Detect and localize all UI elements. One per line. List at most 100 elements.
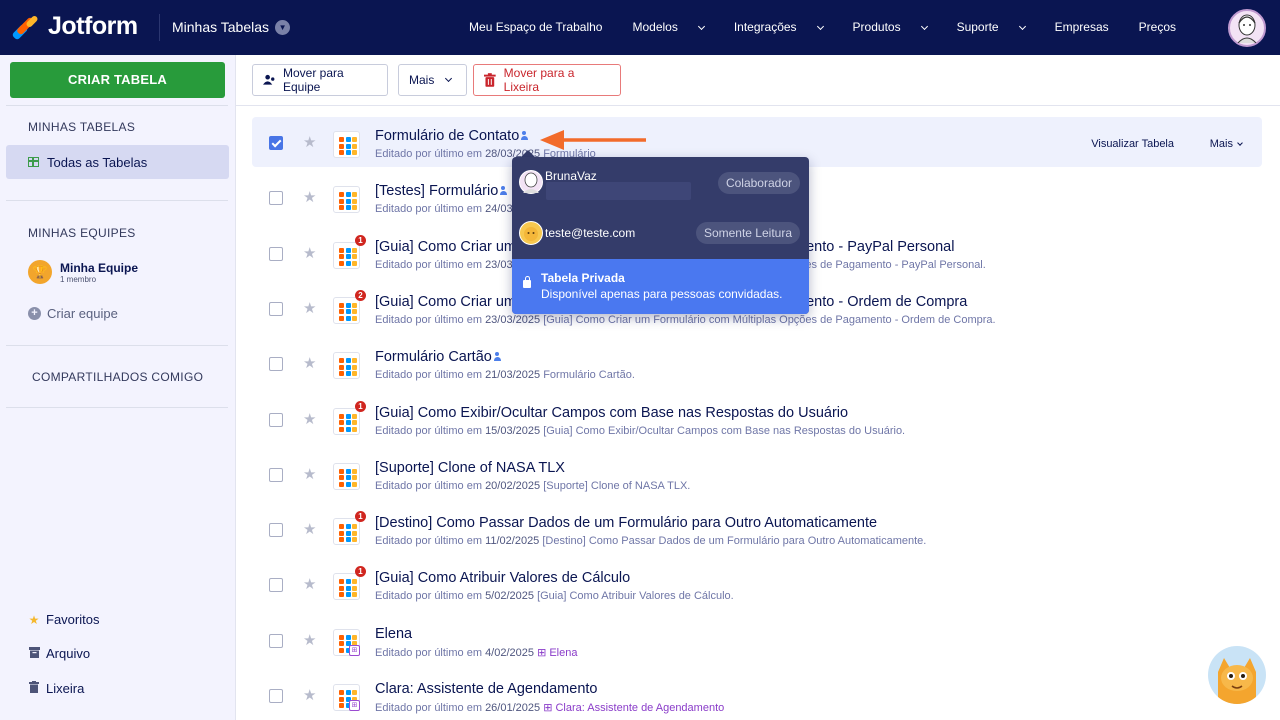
jotform-logo[interactable]: Jotform	[11, 12, 138, 41]
favorite-star-icon[interactable]: ★	[303, 410, 316, 428]
view-table-link[interactable]: Visualizar Tabela	[1091, 138, 1174, 150]
chevron-down-icon	[697, 22, 705, 31]
source-form-name: [Suporte] Clone of NASA TLX.	[543, 479, 691, 492]
row-more-button[interactable]: Mais	[1210, 138, 1243, 150]
shared-users-icon[interactable]	[500, 186, 511, 196]
table-grid-icon	[333, 296, 360, 324]
sidebar-item-shared-with-me[interactable]: COMPARTILHADOS COMIGO	[32, 370, 203, 384]
favorite-star-icon[interactable]: ★	[303, 631, 316, 649]
private-title: Tabela Privada	[541, 271, 625, 285]
shared-users-icon[interactable]	[521, 131, 532, 140]
sidebar-divider	[6, 200, 228, 201]
nav-item-1[interactable]: Modelos	[632, 20, 718, 34]
table-grid-icon	[333, 131, 360, 158]
source-form-name[interactable]: Elena	[549, 647, 577, 659]
table-row[interactable]: ★ [Suporte] Clone of NASA TLX Editado por …	[252, 449, 1262, 499]
row-checkbox[interactable]	[269, 523, 283, 538]
user-avatar	[519, 170, 543, 194]
sidebar-item-all-tables[interactable]: Todas as Tabelas	[6, 145, 229, 179]
sidebar-divider	[6, 407, 228, 408]
nav-item-4[interactable]: Suporte	[957, 20, 1040, 34]
nav-item-6[interactable]: Preços	[1139, 20, 1191, 34]
row-checkbox[interactable]	[269, 136, 283, 150]
favorite-star-icon[interactable]: ★	[303, 354, 316, 372]
move-to-trash-button[interactable]: Mover para a Lixeira	[473, 64, 621, 96]
trophy-icon: 🏆	[28, 260, 52, 284]
row-title[interactable]: Elena	[375, 626, 412, 642]
edited-prefix: Editado por último em	[375, 479, 482, 492]
edited-prefix: Editado por último em	[375, 646, 482, 659]
row-title-text: Elena	[375, 625, 413, 642]
sidebar-item-trash[interactable]: Lixeira	[28, 681, 84, 696]
favorite-star-icon[interactable]: ★	[303, 299, 316, 317]
row-checkbox[interactable]	[269, 412, 283, 427]
table-grid-icon	[333, 462, 360, 490]
row-subtitle: Editado por último em 23/03/2025 [Guia] …	[375, 314, 996, 326]
row-checkbox[interactable]	[269, 246, 283, 261]
favorite-star-icon[interactable]: ★	[303, 575, 316, 593]
notification-badge: 1	[355, 566, 366, 578]
edited-date: 15/03/2025	[485, 424, 541, 437]
row-title[interactable]: Formulário Cartão	[375, 349, 505, 365]
favorite-star-icon[interactable]: ★	[303, 520, 316, 538]
row-title[interactable]: [Destino] Como Passar Dados de um Formul…	[375, 515, 877, 531]
table-source-icon: ⊞	[349, 700, 360, 711]
shared-users-icon[interactable]	[493, 352, 505, 362]
team-move-icon	[263, 74, 275, 85]
edited-prefix: Editado por último em	[375, 258, 482, 271]
table-row[interactable]: ★ Formulário Cartão Editado por último em …	[252, 338, 1262, 388]
table-row[interactable]: ★ ⊞ Elena Editado por último em 4/02/2025 ⊞…	[252, 615, 1262, 665]
nav-item-0[interactable]: Meu Espaço de Trabalho	[469, 20, 617, 34]
row-checkbox[interactable]	[269, 357, 283, 372]
row-title[interactable]: [Suporte] Clone of NASA TLX	[375, 460, 565, 476]
favorite-star-icon[interactable]: ★	[303, 244, 316, 262]
sidebar-item-my-team[interactable]: 🏆 Minha Equipe 1 membro	[28, 260, 138, 284]
workspace-switcher[interactable]: Minhas Tabelas ▼	[172, 19, 291, 35]
row-checkbox[interactable]	[269, 301, 283, 316]
favorite-star-icon[interactable]: ★	[303, 133, 316, 151]
assistant-mascot[interactable]	[1208, 646, 1266, 704]
create-table-button[interactable]: CRIAR TABELA	[10, 62, 225, 98]
favorite-star-icon[interactable]: ★	[303, 686, 316, 704]
nav-item-3[interactable]: Produtos	[853, 20, 942, 34]
source-table-icon: ⊞	[543, 702, 556, 714]
my-tables-heading: MINHAS TABELAS	[28, 120, 136, 134]
row-title[interactable]: Formulário de Contato	[375, 128, 532, 144]
row-checkbox[interactable]	[269, 633, 283, 648]
row-checkbox[interactable]	[269, 467, 283, 482]
row-checkbox[interactable]	[269, 191, 283, 206]
chevron-down-icon	[1237, 140, 1243, 146]
source-form-name: [Destino] Como Passar Dados de um Formul…	[542, 535, 927, 548]
row-title[interactable]: Clara: Assistente de Agendamento	[375, 681, 597, 697]
row-checkbox[interactable]	[269, 578, 283, 593]
sidebar-divider	[6, 105, 228, 106]
nav-item-label: Integrações	[733, 20, 797, 34]
row-title[interactable]: [Guia] Como Atribuir Valores de Cálculo	[375, 570, 630, 586]
sidebar-item-favorites[interactable]: ★ Favoritos	[28, 612, 100, 627]
sidebar-item-archive[interactable]: Arquivo	[28, 646, 90, 661]
archive-icon	[28, 646, 40, 661]
row-title[interactable]: [Guia] Como Exibir/Ocultar Campos com Ba…	[375, 405, 848, 421]
row-subtitle: Editado por último em 21/03/2025 Formulá…	[375, 369, 635, 381]
create-team-link[interactable]: + Criar equipe	[28, 306, 118, 321]
row-title[interactable]: [Testes] Formulário	[375, 183, 511, 199]
edited-date: 20/02/2025	[485, 479, 541, 492]
nav-item-5[interactable]: Empresas	[1055, 20, 1124, 34]
edited-date: 21/03/2025	[485, 369, 541, 382]
table-row[interactable]: ★ 1 [Destino] Como Passar Dados de um Form…	[252, 504, 1262, 554]
chevron-down-icon	[1018, 22, 1026, 31]
row-checkbox[interactable]	[269, 689, 283, 703]
nav-item-2[interactable]: Integrações	[734, 20, 838, 34]
favorite-star-icon[interactable]: ★	[303, 188, 316, 206]
user-avatar[interactable]	[1228, 9, 1266, 47]
move-to-team-button[interactable]: Mover para Equipe	[252, 64, 388, 96]
table-row[interactable]: ★ 1 [Guia] Como Atribuir Valores de Cálcul…	[252, 559, 1262, 609]
shared-user-row	[519, 170, 543, 194]
source-form-name[interactable]: Clara: Assistente de Agendamento	[555, 702, 724, 714]
favorite-star-icon[interactable]: ★	[303, 465, 316, 483]
chevron-down-icon	[445, 74, 453, 82]
trash-icon	[484, 73, 496, 87]
more-actions-button[interactable]: Mais	[398, 64, 467, 96]
table-row[interactable]: ★ 1 [Guia] Como Exibir/Ocultar Campos com …	[252, 394, 1262, 444]
table-row[interactable]: ★ ⊞ Clara: Assistente de Agendamento Editad…	[252, 670, 1262, 720]
